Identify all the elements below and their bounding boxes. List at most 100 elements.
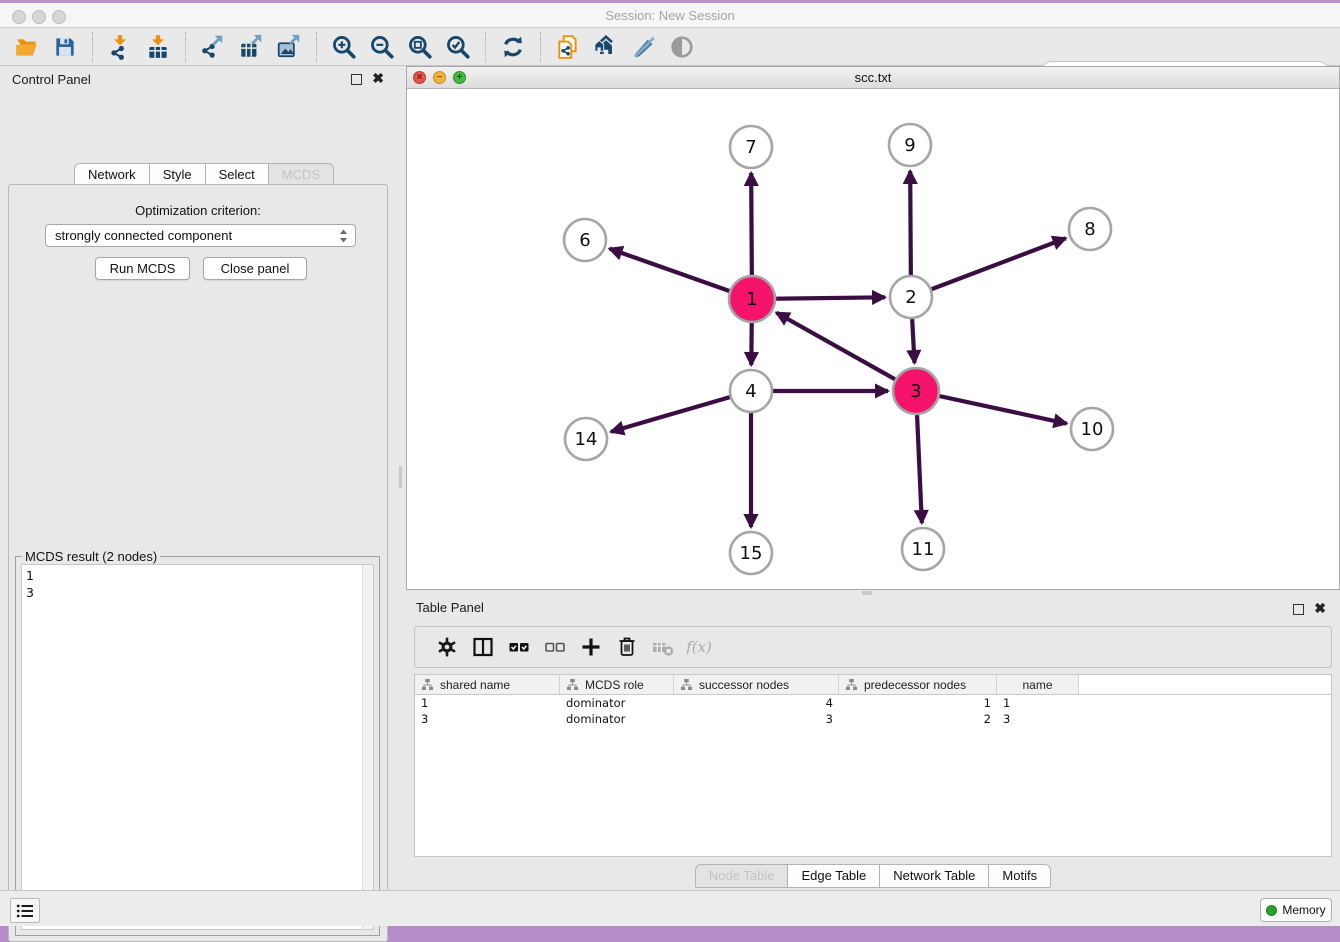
graph-node-8[interactable]: 8 — [1069, 208, 1111, 250]
table-body: 1dominator4113dominator323 — [415, 695, 1331, 727]
table-row[interactable]: 3dominator323 — [415, 711, 1331, 727]
graph-node-14[interactable]: 14 — [565, 418, 607, 460]
float-panel-icon[interactable] — [351, 74, 362, 85]
delete-table-icon[interactable] — [645, 631, 681, 663]
control-panel: Control Panel ✖ NetworkStyleSelectMCDS O… — [0, 66, 396, 890]
memory-status-dot — [1266, 905, 1277, 916]
table-cell[interactable]: 3 — [997, 711, 1079, 727]
column-header-MCDS-role[interactable]: MCDS role — [560, 675, 674, 694]
graph-node-4[interactable]: 4 — [730, 370, 772, 412]
graph-node-15[interactable]: 15 — [730, 532, 772, 574]
show-columns-icon[interactable] — [465, 631, 501, 663]
float-panel-icon[interactable] — [1293, 604, 1304, 615]
graph-node-2[interactable]: 2 — [890, 276, 932, 318]
tab-edge-table[interactable]: Edge Table — [787, 864, 880, 888]
network-window-titlebar[interactable]: × − + scc.txt — [407, 67, 1339, 89]
zoom-fit-icon[interactable] — [401, 30, 439, 64]
tab-motifs[interactable]: Motifs — [988, 864, 1051, 888]
toolbar-separator — [485, 32, 486, 62]
home-view-icon[interactable] — [587, 30, 625, 64]
close-panel-button[interactable]: Close panel — [203, 257, 307, 280]
svg-text:1: 1 — [746, 289, 757, 310]
table-settings-icon[interactable] — [429, 631, 465, 663]
graph-node-9[interactable]: 9 — [889, 124, 931, 166]
table-cell[interactable]: 1 — [997, 695, 1079, 711]
zoom-out-icon[interactable] — [363, 30, 401, 64]
deselect-all-icon[interactable] — [537, 631, 573, 663]
tab-network-table[interactable]: Network Table — [879, 864, 989, 888]
table-header-row: shared nameMCDS rolesuccessor nodesprede… — [415, 675, 1331, 695]
table-row[interactable]: 1dominator411 — [415, 695, 1331, 711]
graph-node-11[interactable]: 11 — [902, 528, 944, 570]
toggle-style-icon[interactable] — [625, 30, 663, 64]
column-header-successor-nodes[interactable]: successor nodes — [674, 675, 839, 694]
control-panel-title: Control Panel — [12, 72, 91, 87]
mcds-result-title: MCDS result (2 nodes) — [22, 549, 160, 564]
svg-text:14: 14 — [575, 429, 598, 450]
graph-node-1[interactable]: 1 — [729, 276, 775, 322]
add-column-icon[interactable] — [573, 631, 609, 663]
table-cell[interactable]: 3 — [674, 711, 839, 727]
table-panel: Table Panel ✖ f(x) shared nameMCDS roles… — [406, 596, 1340, 890]
open-session-icon[interactable] — [8, 30, 46, 64]
import-network-icon[interactable] — [101, 30, 139, 64]
zoom-in-icon[interactable] — [325, 30, 363, 64]
memory-button[interactable]: Memory — [1260, 898, 1332, 922]
table-cell[interactable]: 1 — [839, 695, 997, 711]
export-image-icon[interactable] — [270, 30, 308, 64]
table-cell[interactable]: 1 — [415, 695, 560, 711]
graph-node-3[interactable]: 3 — [893, 368, 939, 414]
mcds-panel: Optimization criterion: strongly connect… — [8, 184, 388, 942]
network-canvas[interactable]: 7 9 6 8 1 2 4 3 14 10 15 11 — [407, 89, 1339, 589]
table-panel-title: Table Panel — [416, 600, 484, 615]
mcds-result-text[interactable]: 1 3 — [21, 564, 374, 930]
dropdown-spinner-icon — [339, 229, 348, 243]
save-session-icon[interactable] — [46, 30, 84, 64]
delete-column-icon[interactable] — [609, 631, 645, 663]
status-bar: Memory — [0, 890, 1340, 926]
graph-node-10[interactable]: 10 — [1071, 408, 1113, 450]
window-title: Session: New Session — [0, 8, 1340, 23]
toolbar-separator — [540, 32, 541, 62]
vertical-splitter[interactable] — [396, 66, 406, 890]
memory-label: Memory — [1282, 903, 1325, 917]
svg-text:f(x): f(x) — [687, 638, 711, 656]
table-cell[interactable]: dominator — [560, 711, 674, 727]
node-table: shared nameMCDS rolesuccessor nodesprede… — [414, 674, 1332, 857]
column-header-predecessor-nodes[interactable]: predecessor nodes — [839, 675, 997, 694]
refresh-layout-icon[interactable] — [494, 30, 532, 64]
tab-node-table[interactable]: Node Table — [695, 864, 789, 888]
titlebar: Session: New Session — [0, 3, 1340, 28]
select-all-icon[interactable] — [501, 631, 537, 663]
graph-node-7[interactable]: 7 — [730, 126, 772, 168]
criterion-dropdown[interactable]: strongly connected component — [45, 224, 356, 247]
table-cell[interactable]: 3 — [415, 711, 560, 727]
network-window-title: scc.txt — [407, 70, 1339, 85]
export-network-icon[interactable] — [194, 30, 232, 64]
toolbar-separator — [316, 32, 317, 62]
task-history-button[interactable] — [10, 898, 40, 923]
column-header-name[interactable]: name — [997, 675, 1079, 694]
zoom-selected-icon[interactable] — [439, 30, 477, 64]
graph-node-6[interactable]: 6 — [564, 219, 606, 261]
duplicate-network-icon[interactable] — [549, 30, 587, 64]
export-table-icon[interactable] — [232, 30, 270, 64]
scrollbar[interactable] — [362, 565, 373, 929]
svg-text:2: 2 — [905, 287, 916, 308]
apply-function-icon[interactable]: f(x) — [681, 631, 717, 663]
close-panel-icon[interactable]: ✖ — [372, 71, 384, 85]
column-header-shared-name[interactable]: shared name — [415, 675, 560, 694]
list-icon — [16, 903, 34, 919]
edge-2-8[interactable] — [911, 238, 1066, 297]
svg-text:7: 7 — [745, 137, 756, 158]
mcds-result-box: MCDS result (2 nodes) 1 3 — [15, 556, 380, 936]
table-cell[interactable]: dominator — [560, 695, 674, 711]
run-mcds-button[interactable]: Run MCDS — [95, 257, 190, 280]
close-panel-icon[interactable]: ✖ — [1314, 601, 1326, 615]
toggle-graphics-details-icon[interactable] — [663, 30, 701, 64]
criterion-value: strongly connected component — [55, 228, 232, 243]
import-table-icon[interactable] — [139, 30, 177, 64]
application-window: Session: New Session Control Panel ✖ — [0, 0, 1340, 926]
table-cell[interactable]: 2 — [839, 711, 997, 727]
table-cell[interactable]: 4 — [674, 695, 839, 711]
